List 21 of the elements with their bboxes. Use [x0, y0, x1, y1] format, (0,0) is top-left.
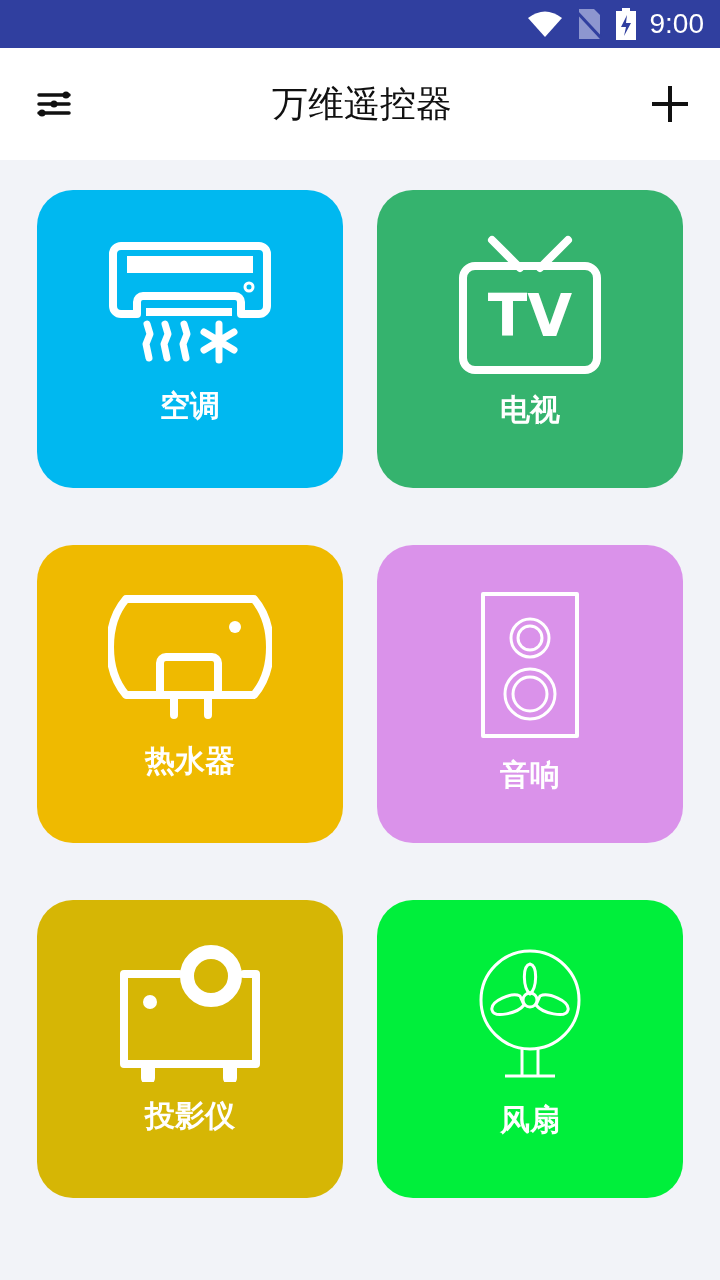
device-tile[interactable]: 音响 [377, 545, 683, 843]
add-button[interactable] [650, 84, 690, 124]
speaker-icon [480, 591, 580, 739]
device-label: 热水器 [145, 743, 235, 779]
device-label: 空调 [160, 388, 220, 424]
device-tile[interactable]: 风扇 [377, 900, 683, 1198]
device-label: 音响 [500, 757, 560, 793]
device-tile[interactable]: TV 电视 [377, 190, 683, 488]
water-heater-icon [108, 595, 272, 721]
device-label: 投影仪 [145, 1098, 235, 1134]
battery-charging-icon [615, 8, 636, 40]
app-title: 万维遥控器 [272, 81, 452, 126]
device-label: 风扇 [500, 1102, 560, 1138]
status-time: 9:00 [649, 8, 704, 40]
device-tile[interactable]: 空调 [37, 190, 343, 488]
device-tile[interactable]: 投影仪 [37, 900, 343, 1198]
air-conditioner-icon [109, 242, 271, 364]
fan-icon [477, 949, 583, 1081]
device-label: 电视 [500, 392, 560, 428]
device-tile[interactable]: 热水器 [37, 545, 343, 843]
wifi-icon [527, 11, 562, 37]
